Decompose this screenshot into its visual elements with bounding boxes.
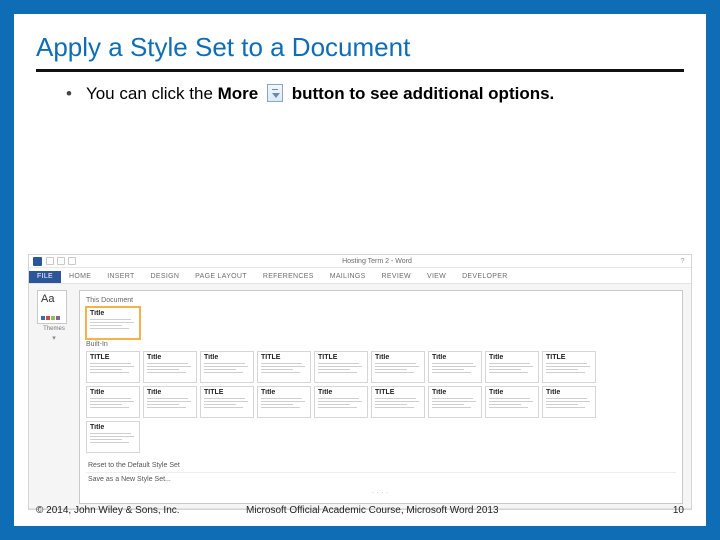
quick-access-toolbar: [46, 257, 76, 265]
tile-heading: TITLE: [375, 389, 421, 396]
style-tile[interactable]: TITLE: [257, 351, 311, 383]
tab-file[interactable]: FILE: [29, 271, 61, 283]
bullet-text: You can click the More button to see add…: [86, 82, 554, 106]
group-this-document: This Document: [86, 297, 676, 304]
tab-review[interactable]: REVIEW: [374, 271, 419, 283]
style-tile[interactable]: TITLE: [86, 351, 140, 383]
tab-view[interactable]: VIEW: [419, 271, 454, 283]
qat-save-icon[interactable]: [46, 257, 54, 265]
tile-heading: Title: [489, 389, 535, 396]
style-tile[interactable]: Title: [143, 351, 197, 383]
help-icon[interactable]: ?: [678, 257, 687, 266]
theme-swatches: [41, 316, 60, 320]
tile-heading: Title: [90, 424, 136, 431]
style-tile[interactable]: TITLE: [200, 386, 254, 418]
swatch: [46, 316, 50, 320]
tab-home[interactable]: HOME: [61, 271, 99, 283]
style-tile[interactable]: Title: [485, 386, 539, 418]
themes-group: Aa Themes ▾: [37, 290, 71, 504]
style-tile[interactable]: TITLE: [371, 386, 425, 418]
swatch: [41, 316, 45, 320]
word-app-icon: [33, 257, 42, 266]
tile-heading: TITLE: [204, 389, 250, 396]
style-tile[interactable]: Title: [371, 351, 425, 383]
slide-footer: © 2014, John Wiley & Sons, Inc. Microsof…: [36, 505, 684, 516]
tile-heading: Title: [261, 389, 307, 396]
style-tile[interactable]: TITLE: [542, 351, 596, 383]
footer-page-number: 10: [654, 505, 684, 516]
style-tile[interactable]: Title: [314, 386, 368, 418]
tile-heading: Title: [90, 389, 136, 396]
tile-heading: Title: [432, 389, 478, 396]
qat-undo-icon[interactable]: [57, 257, 65, 265]
builtin-row-1: TITLE Title Title TITLE TITLE Title Title Title…: [86, 351, 676, 383]
style-tile[interactable]: Title: [86, 386, 140, 418]
swatch: [56, 316, 60, 320]
title-rule: [36, 69, 684, 72]
bullet-marker: •: [66, 82, 72, 106]
tile-heading: Title: [375, 354, 421, 361]
ribbon-tabs: FILE HOME INSERT DESIGN PAGE LAYOUT REFE…: [29, 268, 691, 283]
bullet-pre: You can click the: [86, 84, 218, 103]
menu-reset-default[interactable]: Reset to the Default Style Set: [86, 459, 676, 472]
style-tile[interactable]: TITLE: [314, 351, 368, 383]
builtin-row-3: Title: [86, 421, 676, 453]
tab-design[interactable]: DESIGN: [143, 271, 188, 283]
more-icon: [267, 84, 283, 102]
tile-heading: Title: [432, 354, 478, 361]
style-tile[interactable]: Title: [200, 351, 254, 383]
footer-course: Microsoft Official Academic Course, Micr…: [246, 505, 654, 516]
style-tile[interactable]: Title: [257, 386, 311, 418]
tab-mailings[interactable]: MAILINGS: [322, 271, 374, 283]
slide-title: Apply a Style Set to a Document: [36, 32, 684, 63]
slide-frame: Apply a Style Set to a Document • You ca…: [0, 0, 720, 540]
style-tile[interactable]: Title: [428, 351, 482, 383]
footer-copyright: © 2014, John Wiley & Sons, Inc.: [36, 505, 246, 516]
tab-insert[interactable]: INSERT: [99, 271, 142, 283]
tile-heading: TITLE: [90, 354, 136, 361]
row-this-document: Title: [86, 307, 676, 339]
tab-references[interactable]: REFERENCES: [255, 271, 322, 283]
bullet-strong: More: [218, 84, 259, 103]
tile-heading: Title: [489, 354, 535, 361]
themes-label: Themes: [37, 326, 71, 332]
bullet-post: button to see additional options.: [292, 84, 555, 103]
group-builtin: Built-In: [86, 341, 676, 348]
style-tile[interactable]: Title: [485, 351, 539, 383]
style-tile-current[interactable]: Title: [86, 307, 140, 339]
tile-heading: Title: [204, 354, 250, 361]
qat-redo-icon[interactable]: [68, 257, 76, 265]
tile-heading: TITLE: [261, 354, 307, 361]
tile-heading: Title: [147, 354, 193, 361]
design-gallery: Aa Themes ▾ This Document Title Built-In: [29, 283, 691, 509]
tile-heading: Title: [90, 310, 136, 317]
tile-heading: Title: [147, 389, 193, 396]
builtin-row-2: Title Title TITLE Title Title TITLE Title Title…: [86, 386, 676, 418]
window-title: Hosting Term 2 - Word: [80, 258, 674, 265]
style-tile[interactable]: Title: [428, 386, 482, 418]
themes-dropdown-icon[interactable]: ▾: [37, 334, 71, 342]
menu-save-new[interactable]: Save as a New Style Set...: [86, 472, 676, 486]
tile-heading: TITLE: [546, 354, 592, 361]
tile-heading: Title: [318, 389, 364, 396]
style-tile[interactable]: Title: [86, 421, 140, 453]
slide-content: Apply a Style Set to a Document • You ca…: [14, 14, 706, 106]
themes-button[interactable]: Aa: [37, 290, 67, 324]
themes-aa-icon: Aa: [41, 293, 54, 305]
style-tile[interactable]: Title: [542, 386, 596, 418]
tab-developer[interactable]: DEVELOPER: [454, 271, 516, 283]
tile-heading: TITLE: [318, 354, 364, 361]
word-screenshot: Hosting Term 2 - Word ? FILE HOME INSERT…: [28, 254, 692, 510]
style-tile[interactable]: Title: [143, 386, 197, 418]
style-sets-panel: This Document Title Built-In TITLETitleT…: [79, 290, 683, 504]
bullet-item: • You can click the More button to see a…: [36, 82, 684, 106]
tile-heading: Title: [546, 389, 592, 396]
swatch: [51, 316, 55, 320]
gallery-grip-icon[interactable]: ····: [86, 486, 676, 497]
tab-page-layout[interactable]: PAGE LAYOUT: [187, 271, 255, 283]
word-titlebar: Hosting Term 2 - Word ?: [29, 255, 691, 268]
